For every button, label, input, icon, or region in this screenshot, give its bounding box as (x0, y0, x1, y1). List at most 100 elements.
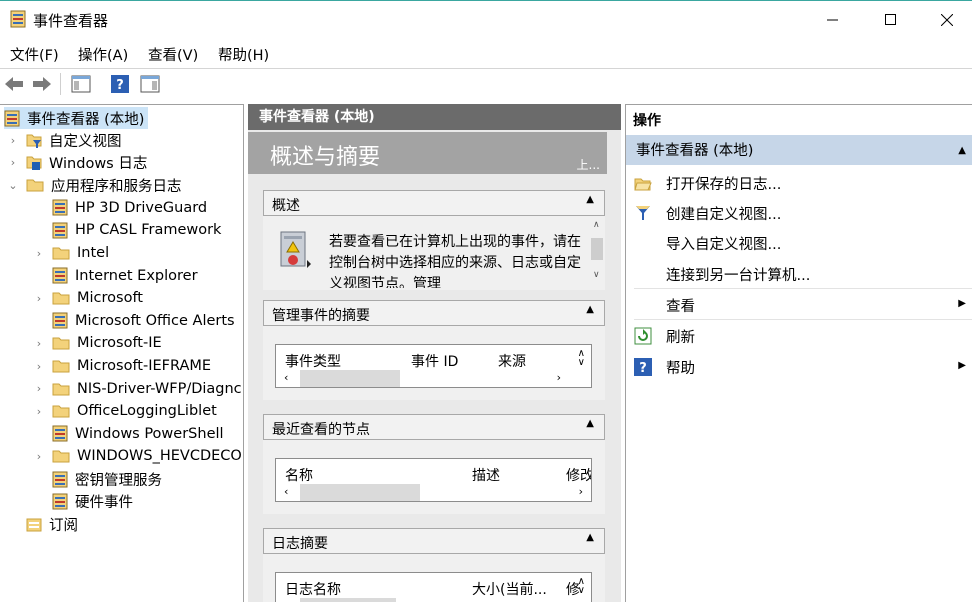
tree-item-label: Microsoft Office Alerts (75, 312, 235, 329)
vertical-scroll-arrows[interactable]: ∧ ∨ (578, 349, 585, 368)
collapse-caret-icon[interactable]: ▲ (586, 194, 594, 205)
help-icon: ? (634, 358, 652, 376)
overview-section-header[interactable]: 概述 ▲ (263, 190, 605, 216)
collapse-caret-icon[interactable]: ▲ (958, 135, 966, 167)
action-item[interactable]: 打开保存的日志... (626, 167, 972, 197)
folder-icon (52, 383, 70, 396)
tree-item[interactable]: Microsoft-IEFRAME (52, 355, 211, 377)
tree-item[interactable]: 自定义视图 (26, 129, 122, 151)
column-header[interactable]: 日志名称 (285, 579, 341, 599)
tree-item-label: Microsoft (77, 290, 143, 307)
maximize-button[interactable] (862, 1, 920, 39)
expand-chevron-icon[interactable]: › (34, 355, 44, 377)
expand-chevron-icon[interactable]: › (34, 287, 44, 309)
column-header[interactable]: 描述 (472, 465, 500, 485)
collapse-caret-icon[interactable]: ▲ (586, 418, 594, 429)
banner-more-link[interactable]: 上... (577, 156, 600, 173)
tree-item[interactable]: OfficeLoggingLiblet (52, 400, 217, 422)
admin-summary-header[interactable]: 管理事件的摘要 ▲ (263, 300, 605, 326)
submenu-arrow-icon: ▶ (958, 298, 966, 309)
recent-nodes-section: 最近查看的节点 ▲ 名称 描述 修改 ‹ › (263, 414, 605, 514)
column-header[interactable]: 名称 (285, 465, 313, 485)
close-icon (941, 14, 953, 26)
expand-chevron-icon[interactable]: › (8, 152, 18, 174)
collapse-chevron-icon[interactable]: ⌄ (8, 174, 18, 196)
expand-chevron-icon[interactable]: › (34, 242, 44, 264)
help-icon: ? (111, 75, 129, 93)
expand-chevron-icon[interactable]: › (34, 332, 44, 354)
actions-group-header[interactable]: 事件查看器 (本地) ▲ (626, 135, 972, 165)
action-item-label: 创建自定义视图... (666, 207, 782, 223)
middle-scrollbar[interactable] (607, 132, 621, 602)
tree-item[interactable]: HP 3D DriveGuard (52, 197, 207, 219)
log-summary-header[interactable]: 日志摘要 ▲ (263, 528, 605, 554)
action-item[interactable]: 刷新 (626, 320, 972, 350)
action-item-label: 查看 (666, 299, 695, 315)
overview-pane: 事件查看器 (本地) 概述与摘要 上... 概述 ▲ 若要查看已在计算机上出现的… (248, 104, 621, 602)
tree-item[interactable]: 密钥管理服务 (52, 468, 162, 490)
tree-item-label: HP CASL Framework (75, 222, 222, 239)
tree-item[interactable]: Internet Explorer (52, 265, 198, 287)
show-hide-tree-button[interactable] (70, 73, 92, 95)
action-item[interactable]: ? 帮助 ▶ (626, 351, 972, 381)
menu-help[interactable]: 帮助(H) (218, 44, 269, 65)
event-viewer-app-icon (10, 10, 26, 28)
action-item[interactable]: 连接到另一台计算机... (626, 258, 972, 288)
tree-item[interactable]: 订阅 (26, 513, 78, 535)
vertical-scroll-arrows[interactable]: ∧ ∨ (578, 577, 585, 596)
action-item[interactable]: 查看 ▶ (626, 289, 972, 319)
close-button[interactable] (918, 1, 972, 39)
show-hide-action-pane-button[interactable] (139, 73, 161, 95)
log-summary-grid[interactable]: 日志名称 大小(当前... 修 ∧ ∨ (275, 572, 592, 602)
horizontal-scrollbar[interactable]: ‹ › (276, 483, 591, 501)
svg-text:?: ? (639, 361, 647, 376)
menu-view[interactable]: 查看(V) (148, 44, 198, 65)
tree-item-label: Microsoft-IEFRAME (77, 358, 212, 374)
tree-item[interactable]: Windows PowerShell (52, 423, 224, 445)
collapse-caret-icon[interactable]: ▲ (586, 532, 594, 543)
expand-chevron-icon[interactable]: › (8, 129, 18, 151)
middle-header: 事件查看器 (本地) (248, 104, 621, 130)
action-item[interactable]: 创建自定义视图... (626, 197, 972, 227)
tree-item[interactable]: Intel (52, 242, 109, 264)
overview-scrollbar[interactable]: ∧ ∨ (589, 218, 605, 290)
tree-item[interactable]: HP CASL Framework (52, 219, 221, 241)
tree-item[interactable]: Microsoft-IE (52, 332, 162, 354)
admin-summary-grid[interactable]: 事件类型 事件 ID 来源 ∧ ∨ ‹ › (275, 344, 592, 388)
menu-action[interactable]: 操作(A) (78, 44, 128, 65)
submenu-arrow-icon: ▶ (958, 360, 966, 371)
help-toolbar-button[interactable]: ? (109, 73, 131, 95)
tree-item[interactable]: WINDOWS_HEVCDECO (52, 445, 242, 467)
recent-nodes-grid[interactable]: 名称 描述 修改 ‹ › (275, 458, 592, 502)
log-summary-section: 日志摘要 ▲ 日志名称 大小(当前... 修 ∧ ∨ (263, 528, 605, 602)
tree-item[interactable]: Microsoft Office Alerts (52, 310, 235, 332)
menu-file[interactable]: 文件(F) (10, 44, 59, 65)
column-header[interactable]: 修改 (566, 465, 591, 485)
tree-item[interactable]: NIS-Driver-WFP/Diagnc (52, 378, 242, 400)
horizontal-scrollbar[interactable]: ‹ › (276, 369, 591, 387)
horizontal-scrollbar[interactable] (276, 597, 591, 602)
tree-root[interactable]: 事件查看器 (本地) (4, 107, 149, 129)
maximize-icon (885, 14, 896, 25)
log-icon (52, 199, 68, 216)
overview-banner: 概述与摘要 上... (248, 132, 607, 174)
column-header[interactable]: 来源 (498, 351, 526, 371)
tree-item[interactable]: Microsoft (52, 287, 143, 309)
action-item[interactable]: 导入自定义视图... (626, 227, 972, 257)
forward-button[interactable] (31, 73, 53, 95)
column-header[interactable]: 大小(当前... (472, 579, 547, 599)
tree-item[interactable]: 硬件事件 (52, 491, 133, 513)
expand-chevron-icon[interactable]: › (34, 445, 44, 467)
expand-chevron-icon[interactable]: › (34, 378, 44, 400)
windows-logs-icon (26, 156, 42, 171)
column-header[interactable]: 事件类型 (285, 351, 341, 371)
back-button[interactable] (3, 73, 25, 95)
recent-nodes-header[interactable]: 最近查看的节点 ▲ (263, 414, 605, 440)
tree-item[interactable]: 应用程序和服务日志 (26, 174, 182, 196)
minimize-button[interactable] (804, 1, 862, 39)
column-header[interactable]: 事件 ID (411, 351, 458, 371)
tree-item[interactable]: Windows 日志 (26, 152, 147, 174)
expand-chevron-icon[interactable]: › (34, 400, 44, 422)
collapse-caret-icon[interactable]: ▲ (586, 304, 594, 315)
banner-title: 概述与摘要 (270, 145, 381, 170)
